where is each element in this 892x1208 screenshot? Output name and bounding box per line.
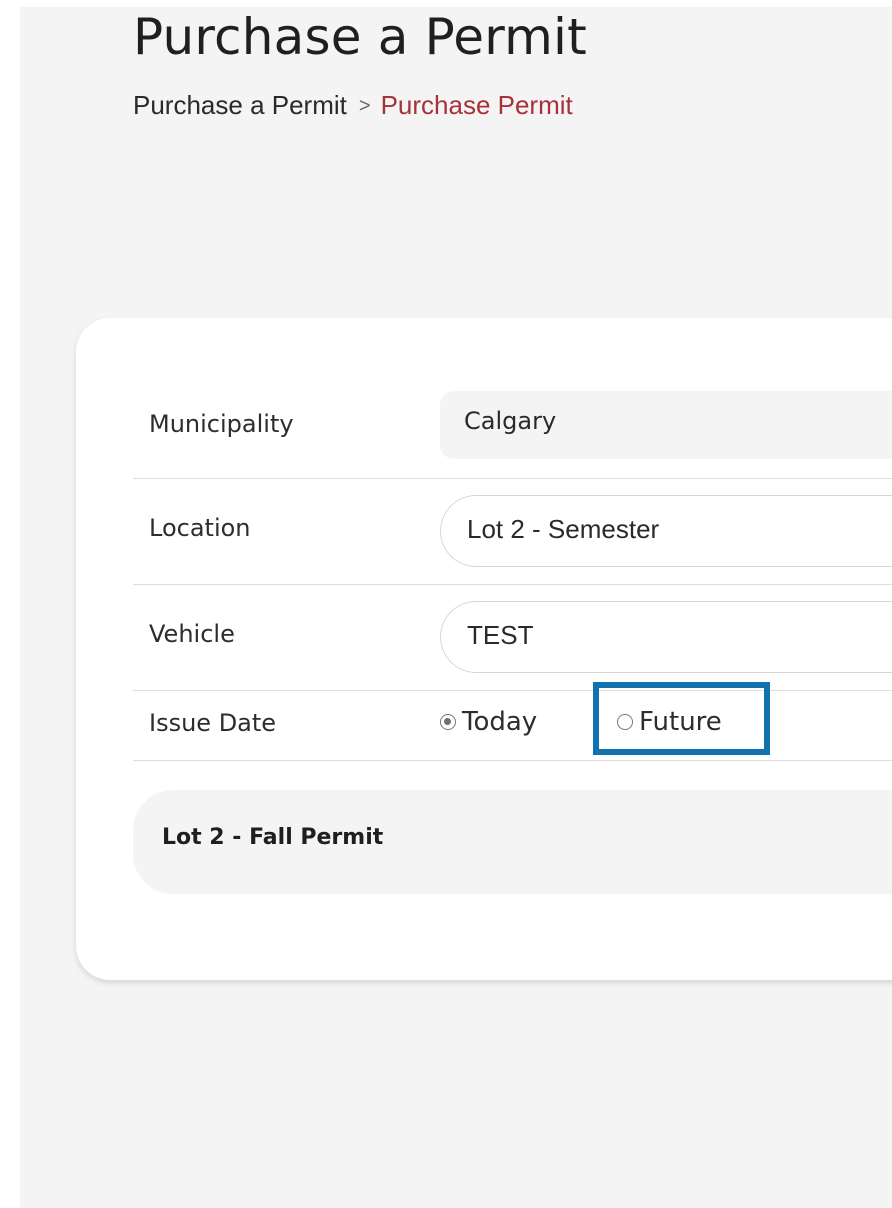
- breadcrumb-parent-link[interactable]: Purchase a Permit: [133, 90, 347, 120]
- vehicle-row: Vehicle TEST: [133, 584, 892, 691]
- municipality-value: Calgary: [464, 407, 557, 435]
- location-row: Location Lot 2 - Semester: [133, 478, 892, 585]
- location-select[interactable]: Lot 2 - Semester: [440, 495, 892, 567]
- radio-unselected-icon[interactable]: [617, 714, 633, 730]
- permit-option-panel[interactable]: Lot 2 - Fall Permit: [133, 790, 892, 894]
- breadcrumb-separator: >: [358, 95, 371, 117]
- municipality-field: Calgary: [440, 391, 892, 459]
- vehicle-select-value: TEST: [467, 620, 534, 650]
- issue-date-today-option[interactable]: Today: [440, 707, 537, 737]
- issue-date-row: Issue Date Today Future: [133, 690, 892, 761]
- issue-date-today-label: Today: [462, 707, 538, 737]
- issue-date-future-option[interactable]: Future: [617, 707, 722, 737]
- vehicle-label: Vehicle: [149, 620, 235, 648]
- municipality-row: Municipality Calgary: [133, 391, 892, 479]
- vehicle-select[interactable]: TEST: [440, 601, 892, 673]
- page-title: Purchase a Permit: [133, 8, 587, 66]
- municipality-label: Municipality: [149, 410, 294, 438]
- issue-date-label: Issue Date: [149, 709, 277, 737]
- breadcrumb-current: Purchase Permit: [380, 90, 573, 120]
- breadcrumb: Purchase a Permit > Purchase Permit: [133, 90, 573, 121]
- location-label: Location: [149, 514, 251, 542]
- radio-selected-icon[interactable]: [440, 714, 456, 730]
- issue-date-future-label: Future: [639, 707, 722, 737]
- permit-name: Lot 2 - Fall Permit: [162, 825, 384, 850]
- location-select-value: Lot 2 - Semester: [467, 514, 660, 544]
